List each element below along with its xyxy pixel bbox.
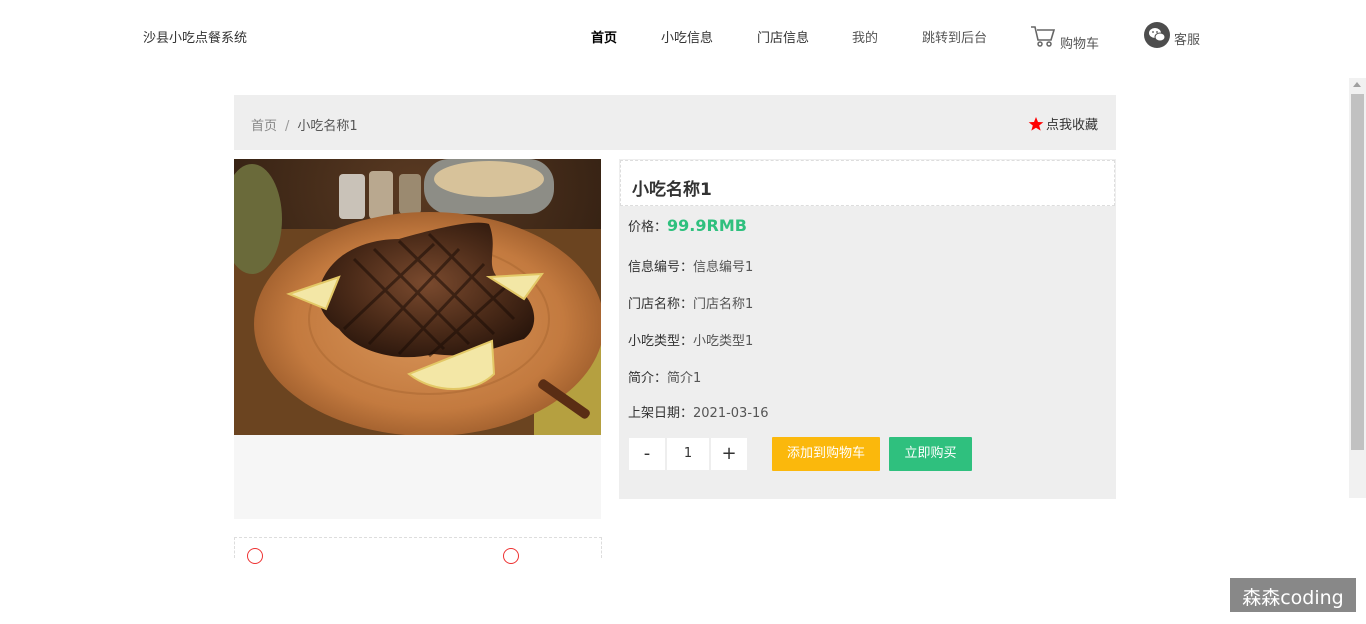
star-icon — [1028, 116, 1044, 131]
info-label: 上架日期： — [628, 406, 694, 421]
info-row: 信息编号：信息编号1 — [628, 256, 753, 275]
product-info-panel: 小吃名称1 价格：99.9RMB 信息编号：信息编号1 门店名称：门店名称1 小… — [619, 159, 1116, 499]
buy-now-button[interactable]: 立即购买 — [889, 437, 972, 471]
breadcrumb-home[interactable]: 首页 — [251, 119, 277, 134]
info-value: 2021-03-16 — [693, 406, 769, 421]
circle-icon — [247, 548, 263, 564]
customer-service-label: 客服 — [1174, 33, 1201, 48]
scroll-up-arrow-icon[interactable] — [1353, 82, 1361, 87]
circle-icon — [503, 548, 519, 564]
info-label: 小吃类型： — [628, 334, 694, 349]
scrollbar-thumb[interactable] — [1351, 94, 1364, 450]
info-row: 门店名称：门店名称1 — [628, 293, 753, 312]
price-value: 99.9RMB — [667, 216, 747, 235]
wechat-icon — [1144, 22, 1170, 48]
site-brand[interactable]: 沙县小吃点餐系统 — [143, 27, 247, 46]
info-value: 门店名称1 — [693, 297, 754, 312]
cart-label: 购物车 — [1060, 37, 1100, 52]
add-to-cart-button[interactable]: 添加到购物车 — [772, 437, 880, 471]
product-image-panel — [234, 159, 601, 519]
quantity-stepper: - 1 + — [628, 437, 748, 471]
favorite-label: 点我收藏 — [1045, 118, 1098, 133]
customer-service-link[interactable]: 客服 — [1144, 22, 1200, 48]
related-panel — [234, 537, 602, 564]
nav-store-info[interactable]: 门店信息 — [757, 27, 809, 46]
nav-home[interactable]: 首页 — [591, 27, 617, 46]
breadcrumb-separator: / — [285, 119, 290, 134]
product-title-box: 小吃名称1 — [620, 160, 1115, 206]
info-row: 简介：简介1 — [628, 367, 701, 386]
watermark: 森森coding — [1230, 578, 1356, 612]
nav-mine[interactable]: 我的 — [852, 27, 878, 46]
nav-admin[interactable]: 跳转到后台 — [922, 27, 987, 46]
product-image — [234, 159, 601, 435]
info-value: 简介1 — [667, 371, 702, 386]
quantity-input[interactable]: 1 — [666, 437, 710, 471]
cart-link[interactable]: 购物车 — [1030, 24, 1099, 52]
favorite-button[interactable]: 点我收藏 — [1028, 114, 1098, 133]
nav-snack-info[interactable]: 小吃信息 — [661, 27, 713, 46]
breadcrumb-current: 小吃名称1 — [297, 119, 358, 134]
breadcrumb-bar: 首页 / 小吃名称1 点我收藏 — [234, 95, 1116, 150]
info-value: 小吃类型1 — [693, 334, 754, 349]
product-title: 小吃名称1 — [632, 180, 712, 200]
info-value: 信息编号1 — [693, 260, 754, 275]
info-label: 简介： — [628, 371, 668, 386]
info-row: 小吃类型：小吃类型1 — [628, 330, 753, 349]
info-label: 信息编号： — [628, 260, 694, 275]
increment-button[interactable]: + — [710, 437, 748, 471]
info-label: 门店名称： — [628, 297, 694, 312]
info-row: 上架日期：2021-03-16 — [628, 402, 769, 421]
cart-icon — [1030, 24, 1056, 52]
price-label: 价格： — [628, 220, 668, 235]
price-row: 价格：99.9RMB — [628, 216, 747, 235]
breadcrumb: 首页 / 小吃名称1 — [251, 115, 358, 134]
decrement-button[interactable]: - — [628, 437, 666, 471]
